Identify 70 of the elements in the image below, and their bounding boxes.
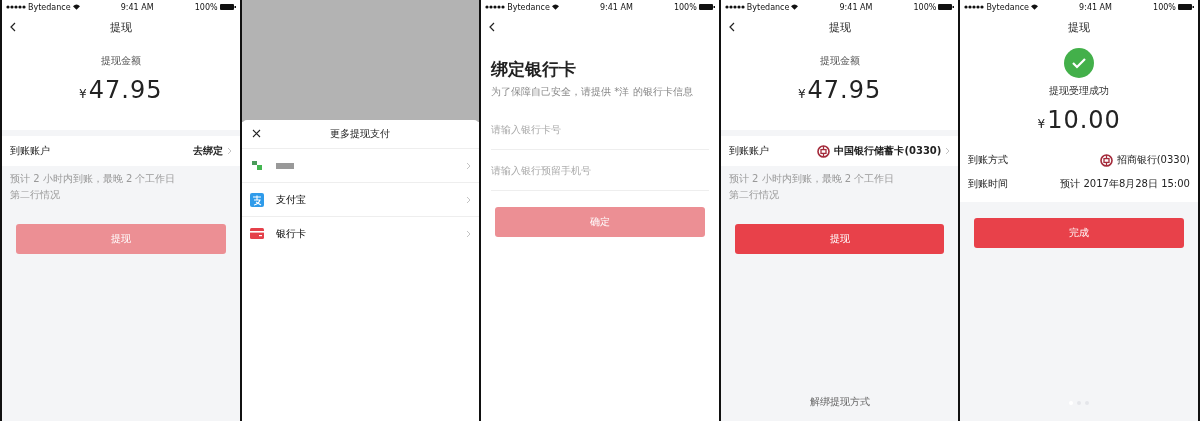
- page-title: 提现: [1068, 19, 1091, 35]
- primary-button[interactable]: 提现: [734, 224, 945, 254]
- carrier-name: Bytedance: [746, 2, 790, 12]
- unbind-link[interactable]: 解绑提现方式: [720, 394, 959, 421]
- signal-icon: [485, 5, 506, 9]
- battery-percent: 100%: [913, 2, 937, 12]
- currency-symbol: ¥: [797, 87, 806, 101]
- wifi-icon: [791, 4, 799, 10]
- alipay-icon: [249, 192, 264, 207]
- clock-time: 9:41 AM: [1079, 2, 1112, 12]
- signal-icon: [724, 5, 745, 9]
- amount-value: 47.95: [88, 76, 163, 104]
- hint-text: 第二行情况: [10, 188, 61, 202]
- success-check-icon: [1064, 48, 1095, 78]
- clock-time: 9:41 AM: [839, 2, 873, 12]
- chevron-icon: [945, 147, 951, 155]
- currency-symbol: ¥: [79, 87, 87, 101]
- wifi-icon: [1031, 4, 1039, 10]
- chevron-icon: [466, 195, 472, 204]
- wifi-icon: [551, 4, 559, 10]
- battery-icon: [698, 4, 715, 10]
- battery-icon: [219, 4, 236, 10]
- close-icon[interactable]: [251, 129, 261, 138]
- currency-symbol: ¥: [1037, 117, 1046, 131]
- battery-icon: [938, 4, 955, 10]
- page-title: 提现: [109, 19, 132, 35]
- carrier-name: Bytedance: [28, 2, 71, 12]
- chevron-icon: [226, 147, 232, 155]
- chevron-icon: [466, 161, 472, 170]
- primary-button[interactable]: 完成: [974, 218, 1184, 248]
- redaction-block: [275, 162, 294, 169]
- account-label: 到账账户: [10, 144, 51, 158]
- back-icon[interactable]: [489, 22, 496, 32]
- card-icon: [249, 228, 264, 239]
- account-value: 去绑定: [192, 144, 223, 158]
- amount-label: 提现金额: [819, 54, 860, 68]
- carrier-name: Bytedance: [507, 2, 550, 12]
- battery-percent: 100%: [194, 2, 218, 12]
- signal-icon: [6, 5, 26, 9]
- battery-percent: 100%: [673, 2, 697, 12]
- detail-value: 招商银行(0330): [1116, 153, 1190, 167]
- clock-time: 9:41 AM: [599, 2, 633, 12]
- squares-logo-icon: [249, 159, 264, 172]
- hint-text: 预计 2 小时内到账，最晚 2 个工作日: [10, 172, 177, 186]
- battery-icon: [1177, 4, 1194, 10]
- account-row[interactable]: 到账账户 中国银行储蓄卡(0330): [720, 136, 959, 166]
- amount-value: 47.95: [807, 76, 882, 104]
- carrier-name: Bytedance: [986, 2, 1030, 12]
- wifi-icon: [72, 4, 80, 10]
- page-title: 提现: [828, 19, 851, 35]
- battery-percent: 100%: [1153, 2, 1176, 12]
- hint-text: 第二行情况: [728, 188, 780, 202]
- amount-value: 10.00: [1047, 106, 1121, 134]
- account-row[interactable]: 到账账户 去绑定: [2, 136, 240, 166]
- page-heading: 绑定银行卡: [490, 58, 578, 81]
- account-label: 到账账户: [728, 144, 770, 158]
- detail-value: 预计 2017年8月28日 15:00: [1060, 177, 1190, 191]
- detail-label: 到账方式: [968, 153, 1009, 167]
- back-icon[interactable]: [728, 22, 735, 32]
- detail-label: 到账时间: [968, 177, 1009, 191]
- chevron-icon: [466, 229, 472, 238]
- signal-icon: [964, 5, 985, 9]
- back-icon[interactable]: [10, 22, 16, 32]
- sheet-title: 更多提现支付: [330, 127, 391, 141]
- clock-time: 9:41 AM: [120, 2, 154, 12]
- amount-label: 提现金额: [100, 54, 141, 68]
- hint-text: 预计 2 小时内到账，最晚 2 个工作日: [728, 172, 896, 186]
- account-value: 中国银行储蓄卡(0330): [834, 144, 942, 158]
- success-message: 提现受理成功: [1049, 84, 1110, 98]
- subtitle-text: 为了保障自己安全，请提供 *洋 的银行卡信息: [490, 85, 694, 99]
